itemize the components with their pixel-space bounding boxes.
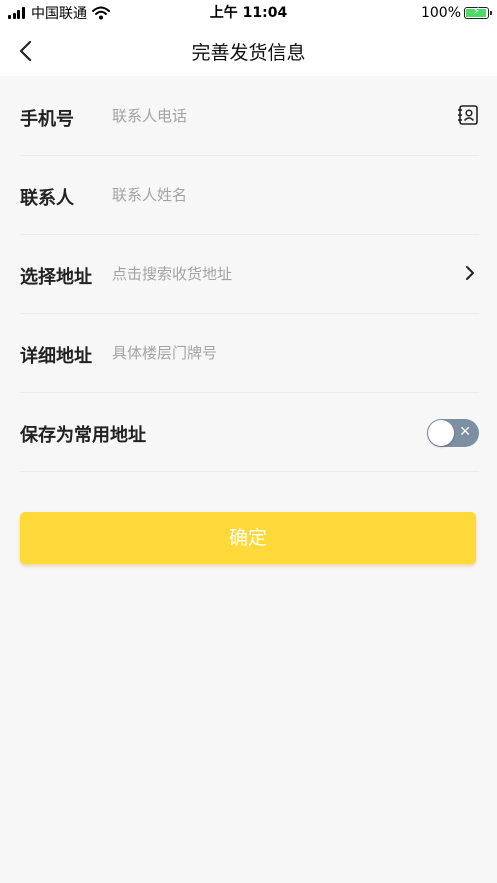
- confirm-button[interactable]: 确定: [20, 512, 476, 564]
- detail-address-label: 详细地址: [20, 346, 92, 367]
- status-bar: 中国联通 上午 11:04 100% ⚡: [0, 0, 497, 26]
- battery-icon: ⚡: [464, 6, 492, 19]
- status-right: 100% ⚡: [420, 4, 492, 22]
- nav-bar: 完善发货信息: [0, 26, 497, 76]
- charging-bolt-icon: ⚡: [472, 6, 481, 17]
- toggle-knob: [428, 420, 454, 446]
- close-icon: ✕: [459, 424, 471, 440]
- page-title: 完善发货信息: [191, 42, 306, 64]
- address-label: 选择地址: [20, 267, 92, 288]
- contact-row: 联系人: [20, 156, 479, 235]
- contact-label: 联系人: [20, 188, 74, 209]
- phone-input[interactable]: [112, 101, 412, 131]
- chevron-right-icon[interactable]: [463, 263, 477, 283]
- address-search-input[interactable]: [112, 259, 412, 289]
- save-address-row: 保存为常用地址 ✕: [20, 393, 479, 472]
- save-address-label: 保存为常用地址: [20, 425, 146, 446]
- phone-row: 手机号: [20, 77, 479, 156]
- detail-address-input[interactable]: [112, 338, 412, 368]
- address-row[interactable]: 选择地址: [20, 235, 479, 314]
- contact-book-icon[interactable]: [457, 104, 479, 126]
- contact-name-input[interactable]: [112, 180, 412, 210]
- battery-percent: 100%: [420, 5, 461, 21]
- shipping-form: 手机号 联系人 选择地址 详细地址 保存为常用地址 ✕: [0, 77, 497, 472]
- phone-label: 手机号: [20, 109, 74, 130]
- detail-address-row: 详细地址: [20, 314, 479, 393]
- save-address-toggle[interactable]: ✕: [427, 419, 479, 447]
